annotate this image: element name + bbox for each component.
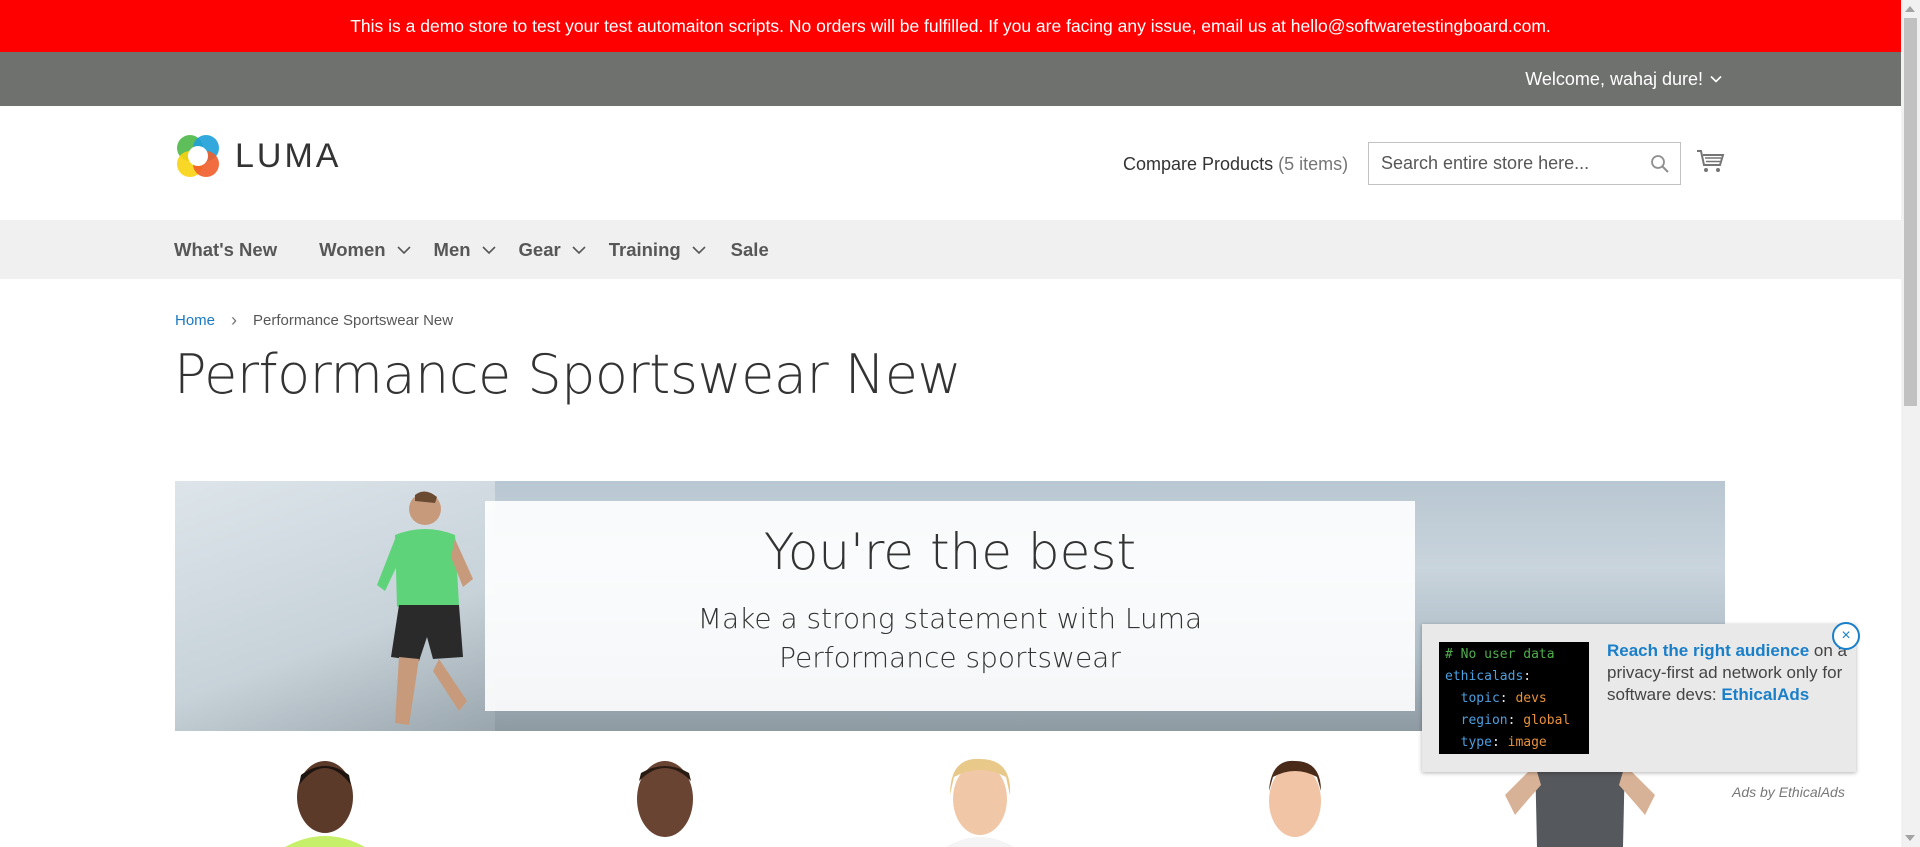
nav-label: Training — [608, 238, 681, 260]
nav-item-sale[interactable]: Sale — [731, 239, 769, 261]
cart-icon[interactable] — [1696, 146, 1726, 176]
compare-products-link[interactable]: Compare Products (5 items) — [1123, 154, 1348, 175]
chevron-down-icon — [1710, 75, 1722, 83]
ad-text: Reach the right audience on a privacy-fi… — [1607, 640, 1847, 706]
site-header: LUMA Compare Products (5 items) — [0, 106, 1901, 220]
ad-code-key: region — [1460, 713, 1508, 728]
page-scrollbar[interactable] — [1901, 0, 1920, 847]
ad-code-key: type — [1460, 735, 1492, 750]
banner-subtitle: Make a strong statement with Luma Perfor… — [697, 602, 1203, 674]
ad-headline-link[interactable]: Reach the right audience — [1607, 641, 1809, 660]
nav-label: What's New — [174, 238, 278, 260]
banner-text-box: You're the best Make a strong statement … — [485, 501, 1415, 711]
nav-label: Gear — [518, 238, 561, 260]
breadcrumb-separator: › — [231, 310, 238, 330]
nav-label: Sale — [730, 238, 769, 260]
compare-label: Compare Products — [1123, 154, 1274, 174]
chevron-down-icon — [572, 245, 586, 254]
panel-header: Welcome, wahaj dure! — [0, 52, 1901, 106]
search-icon[interactable] — [1650, 154, 1670, 174]
customer-welcome-menu[interactable]: Welcome, wahaj dure! — [1525, 52, 1723, 106]
ad-code-comment: # No user data — [1445, 647, 1555, 662]
nav-item-whats-new[interactable]: What's New — [174, 239, 277, 261]
luma-logo[interactable]: LUMA — [175, 133, 341, 179]
search-box — [1368, 142, 1681, 185]
nav-item-gear[interactable]: Gear — [519, 239, 587, 261]
chevron-down-icon — [396, 245, 411, 254]
welcome-text: Welcome, wahaj dure! — [1525, 68, 1703, 89]
nav-item-women[interactable]: Women — [319, 239, 411, 261]
scroll-up-icon[interactable] — [1905, 6, 1915, 12]
ad-code-value: devs — [1515, 691, 1547, 706]
demo-notice-bar: This is a demo store to test your test a… — [0, 0, 1901, 52]
ad-code-value: global — [1523, 713, 1571, 728]
logo-text: LUMA — [235, 136, 342, 175]
nav-item-training[interactable]: Training — [609, 239, 707, 261]
luma-logo-icon — [177, 135, 219, 177]
nav-item-men[interactable]: Men — [434, 239, 497, 261]
ad-credit-link[interactable]: Ads by EthicalAds — [1732, 784, 1845, 800]
chevron-down-icon — [692, 245, 706, 254]
page-title: Performance Sportswear New — [174, 343, 962, 406]
ad-code-key: ethicalads — [1445, 669, 1524, 684]
banner-title: You're the best — [763, 523, 1137, 581]
product-image[interactable] — [605, 755, 725, 847]
product-image[interactable] — [1235, 755, 1355, 847]
nav-label: Men — [433, 238, 471, 260]
breadcrumb: Home › Performance Sportswear New — [175, 310, 453, 331]
chevron-down-icon — [481, 245, 496, 254]
search-input[interactable] — [1369, 143, 1639, 184]
ad-close-button[interactable]: × — [1832, 622, 1860, 650]
scrollbar-thumb[interactable] — [1904, 18, 1917, 406]
ad-code-image[interactable]: # No user data ethicalads: topic: devs r… — [1439, 642, 1589, 754]
demo-notice-text: This is a demo store to test your test a… — [350, 15, 1551, 36]
scroll-down-icon[interactable] — [1905, 835, 1915, 841]
breadcrumb-current: Performance Sportswear New — [253, 312, 454, 329]
ad-code-key: topic — [1460, 691, 1500, 706]
main-navigation: What's New Women Men Gear Training Sale — [0, 220, 1901, 279]
runner-image — [377, 491, 473, 725]
nav-label: Women — [319, 238, 386, 260]
breadcrumb-home-link[interactable]: Home — [175, 312, 215, 329]
product-image[interactable] — [265, 755, 385, 847]
ethicalads-popup: # No user data ethicalads: topic: devs r… — [1422, 622, 1860, 772]
ad-brand-link[interactable]: EthicalAds — [1721, 685, 1809, 704]
ad-code-value: image — [1507, 735, 1547, 750]
product-image[interactable] — [920, 755, 1040, 847]
compare-count: (5 items) — [1278, 154, 1349, 174]
